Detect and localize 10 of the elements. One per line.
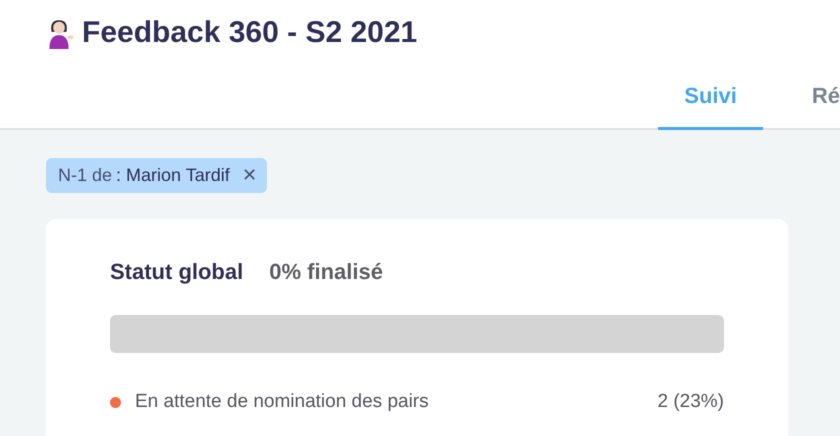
status-title: Statut global: [110, 259, 244, 285]
status-count: 2 (23%): [657, 391, 724, 413]
status-label: En attente de nomination des pairs: [135, 391, 430, 413]
tab[interactable]: Suivi: [658, 83, 763, 130]
remove-filter-button[interactable]: ✕: [236, 164, 257, 186]
tab[interactable]: Ré: [786, 83, 840, 130]
filter-label: N-1 de: [58, 164, 112, 186]
completion-summary: 0% finalisé: [269, 259, 383, 285]
filter-value: : Marion Tardif: [116, 164, 230, 186]
page-title: Feedback 360 - S2 2021: [82, 16, 418, 50]
